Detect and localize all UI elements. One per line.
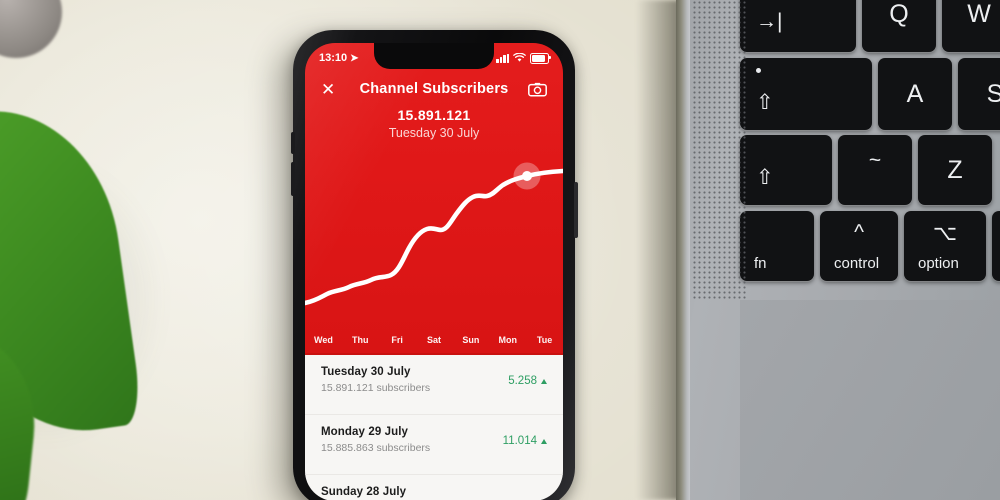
status-bar-left: 13:10 ➤ xyxy=(319,52,359,64)
row-date: Sunday 28 July xyxy=(321,486,407,498)
hero-subscriber-count: 15.891.121 xyxy=(397,107,471,123)
row-delta-value: 11.014 xyxy=(502,435,537,447)
subscribers-header-panel: 13:10 ➤ ✕ Channel Subscribers 15.891.121… xyxy=(305,43,563,355)
key-w-label: W xyxy=(967,0,991,28)
row-text-group: Sunday 28 July xyxy=(321,486,406,500)
cellular-signal-icon xyxy=(496,53,509,63)
tab-icon: →| xyxy=(756,10,783,33)
key-s[interactable]: S xyxy=(958,58,1000,130)
nav-bar: ✕ Channel Subscribers xyxy=(305,73,563,105)
row-delta-value: 5.258 xyxy=(508,375,537,387)
axis-tick-fri: Fri xyxy=(391,335,403,345)
key-control[interactable]: ^ control xyxy=(820,211,898,281)
row-date: Monday 29 July xyxy=(321,426,409,438)
caps-lock-icon: ⇧ xyxy=(756,91,774,114)
key-w[interactable]: W xyxy=(942,0,1000,52)
subscribers-chart[interactable] xyxy=(305,147,563,325)
key-q-label: Q xyxy=(889,0,909,28)
axis-tick-mon: Mon xyxy=(498,335,517,345)
key-z[interactable]: Z xyxy=(918,135,992,205)
key-q[interactable]: Q xyxy=(862,0,936,52)
row-date: Tuesday 30 July xyxy=(321,366,411,378)
row-delta-group: 5.258 xyxy=(508,375,547,387)
caps-lock-indicator-icon xyxy=(756,68,761,73)
row-text-group: Tuesday 30 July 15.891.121 subscribers xyxy=(321,366,430,394)
laptop-left-edge xyxy=(676,0,690,500)
key-control-label: control xyxy=(834,255,880,272)
row-text-group: Monday 29 July 15.885.863 subscribers xyxy=(321,426,430,454)
wifi-icon xyxy=(513,53,526,62)
table-row[interactable]: Tuesday 30 July 15.891.121 subscribers 5… xyxy=(305,355,563,415)
control-caret-icon: ^ xyxy=(854,221,864,244)
power-button[interactable] xyxy=(574,182,578,238)
key-fn[interactable]: fn xyxy=(740,211,814,281)
tilde-icon: ~ xyxy=(868,149,882,172)
arrow-up-icon xyxy=(541,438,547,444)
key-s-label: S xyxy=(986,79,1000,108)
hero-date: Tuesday 30 July xyxy=(388,126,480,140)
key-command[interactable]: c xyxy=(992,211,1000,281)
location-arrow-icon: ➤ xyxy=(350,52,359,64)
row-delta-group: 11.014 xyxy=(503,435,547,447)
key-fn-label: fn xyxy=(754,255,767,272)
hero-summary: 15.891.121 Tuesday 30 July xyxy=(305,107,563,140)
axis-tick-tue: Tue xyxy=(536,335,553,345)
axis-tick-sun: Sun xyxy=(462,335,480,345)
axis-tick-wed: Wed xyxy=(314,335,333,345)
chart-marker-dot xyxy=(522,171,532,181)
daily-subscribers-list[interactable]: Tuesday 30 July 15.891.121 subscribers 5… xyxy=(305,355,563,500)
volume-up-button[interactable] xyxy=(291,132,295,154)
volume-down-button[interactable] xyxy=(291,162,295,196)
phone-notch xyxy=(374,43,494,69)
close-icon[interactable]: ✕ xyxy=(321,81,335,98)
key-tilde[interactable]: ~ xyxy=(838,135,912,205)
key-option-label: option xyxy=(918,255,959,272)
laptop-speaker-grille xyxy=(692,0,748,300)
key-caps-lock[interactable]: ⇧ xyxy=(740,58,872,130)
scene-root: →| Q W ⇧ A S ⇧ ~ Z fn ^ control ⌥ option… xyxy=(0,0,1000,500)
key-option[interactable]: ⌥ option xyxy=(904,211,986,281)
camera-icon[interactable] xyxy=(528,82,547,97)
laptop-body: →| Q W ⇧ A S ⇧ ~ Z fn ^ control ⌥ option xyxy=(676,0,1000,500)
key-a[interactable]: A xyxy=(878,58,952,130)
axis-tick-thu: Thu xyxy=(352,335,369,345)
row-subscribers: 15.885.863 subscribers xyxy=(321,442,431,454)
battery-full-icon xyxy=(530,52,551,64)
arrow-up-icon xyxy=(541,378,547,384)
chart-day-axis: Wed Thu Fri Sat Sun Mon Tue xyxy=(305,325,563,355)
status-bar-right xyxy=(496,52,551,64)
key-tab[interactable]: →| xyxy=(740,0,856,52)
phone-screen: 13:10 ➤ ✕ Channel Subscribers 15.891.121… xyxy=(305,43,563,500)
page-title: Channel Subscribers xyxy=(359,81,509,97)
key-z-label: Z xyxy=(947,155,963,184)
chart-svg xyxy=(305,162,563,306)
shift-icon: ⇧ xyxy=(756,166,774,189)
key-a-label: A xyxy=(906,79,924,108)
table-row[interactable]: Sunday 28 July xyxy=(305,475,563,500)
option-icon: ⌥ xyxy=(932,222,958,245)
row-subscribers: 15.891.121 subscribers xyxy=(321,382,431,394)
key-shift[interactable]: ⇧ xyxy=(740,135,832,205)
status-time: 13:10 xyxy=(319,52,348,64)
axis-tick-sat: Sat xyxy=(427,335,442,345)
table-row[interactable]: Monday 29 July 15.885.863 subscribers 11… xyxy=(305,415,563,475)
